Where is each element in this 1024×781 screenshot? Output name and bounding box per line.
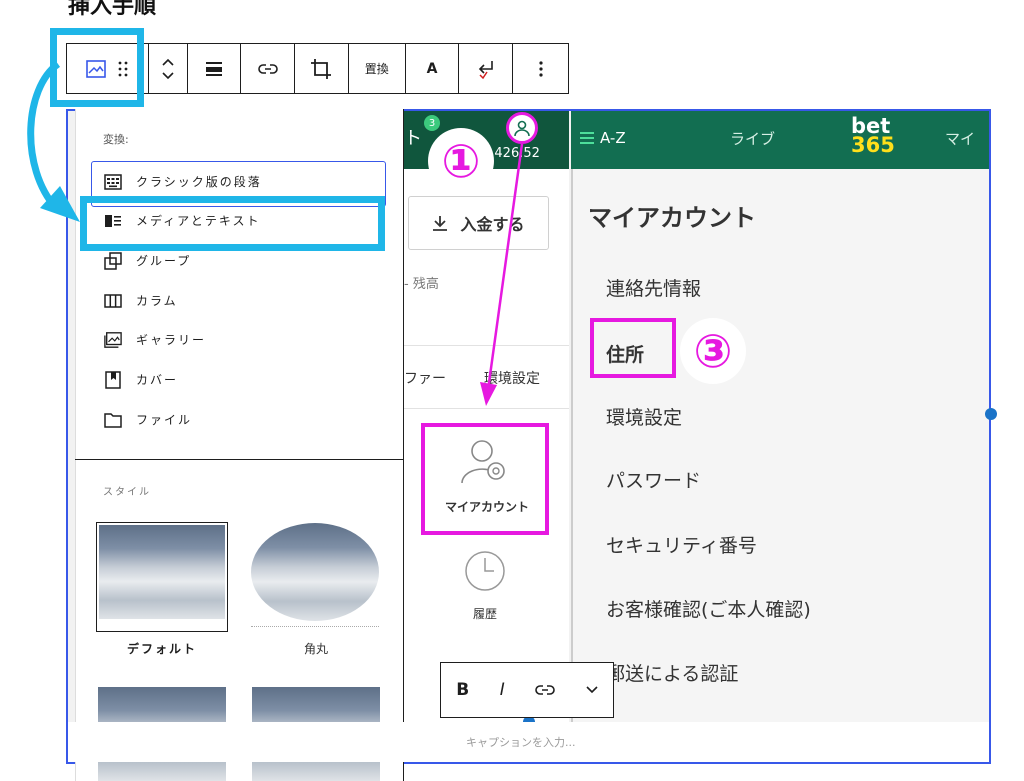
link-button[interactable] — [241, 44, 296, 93]
highlight-address — [590, 318, 676, 378]
menu-contact-info[interactable]: 連絡先情報 — [606, 274, 701, 301]
text-wrap-button[interactable] — [459, 44, 514, 93]
header-fragment: ト — [404, 128, 422, 149]
link-icon — [257, 63, 278, 74]
user-icon — [514, 120, 530, 137]
arrow-to-my-account-icon — [480, 143, 524, 406]
step3-marker: ③ — [680, 318, 746, 384]
download-icon — [433, 216, 448, 231]
transform-classic[interactable]: クラシック版の段落 — [104, 173, 262, 190]
resize-handle-right[interactable] — [985, 408, 997, 420]
style-default-preview[interactable] — [96, 522, 228, 632]
more-options-button[interactable] — [513, 44, 568, 93]
group-icon — [104, 251, 122, 270]
logo-365: 365 — [851, 133, 895, 157]
highlight-media-text — [80, 196, 385, 251]
page-title: 挿入手順 — [68, 0, 157, 19]
link-icon[interactable] — [535, 684, 556, 696]
transform-group[interactable]: グループ — [104, 251, 192, 270]
align-icon — [205, 61, 222, 76]
my-account-menu-panel — [571, 169, 989, 722]
balance-label-text: 残高 — [412, 277, 439, 292]
dropdown-divider — [75, 459, 404, 460]
columns-icon — [104, 293, 122, 308]
mountain-thumbnail — [99, 525, 225, 619]
crop-button[interactable] — [295, 44, 349, 93]
chevron-up-down-icon — [162, 58, 174, 79]
my-account-header-tab[interactable]: マイ — [945, 128, 987, 149]
more-vertical-icon — [538, 60, 543, 77]
chevron-down-icon[interactable] — [586, 686, 598, 694]
replace-button[interactable]: 置換 — [349, 44, 406, 93]
transform-group-label: グループ — [136, 254, 192, 268]
rounded-caption-line — [251, 626, 379, 628]
enter-arrow-icon — [478, 60, 493, 79]
transform-cover[interactable]: カバー — [104, 370, 179, 389]
align-button[interactable] — [188, 44, 242, 93]
history-label[interactable]: 履歴 — [434, 605, 536, 622]
menu-preferences[interactable]: 環境設定 — [606, 403, 682, 430]
italic-button[interactable]: I — [500, 680, 505, 700]
style-rounded-preview[interactable] — [251, 523, 379, 621]
history-clock-icon — [465, 551, 505, 591]
account-settings-icon — [461, 440, 505, 484]
tab-offers[interactable]: ファー — [404, 368, 446, 388]
my-account-label: マイアカウント — [444, 500, 529, 514]
hamburger-icon — [580, 132, 594, 144]
menu-postal-verification[interactable]: 郵送による認証 — [606, 659, 738, 686]
gallery-icon — [104, 331, 122, 348]
transform-columns[interactable]: カラム — [104, 292, 178, 309]
classic-icon — [104, 173, 122, 190]
styles-label: スタイル — [103, 487, 151, 498]
menu-password[interactable]: パスワード — [606, 466, 701, 493]
menu-security-number[interactable]: セキュリティ番号 — [606, 531, 757, 558]
transform-classic-label: クラシック版の段落 — [136, 175, 262, 189]
app-header-right — [571, 111, 989, 169]
bet365-logo[interactable]: bet 365 — [851, 116, 895, 157]
file-icon — [104, 412, 122, 428]
transform-cover-label: カバー — [136, 373, 179, 387]
az-menu-button[interactable]: A-Z — [580, 129, 626, 147]
move-up-down-button[interactable] — [149, 44, 188, 93]
arrow-to-media-text-icon — [27, 61, 80, 222]
crop-icon — [311, 58, 332, 79]
notification-badge: 3 — [424, 115, 440, 131]
balance-label: - 残高 — [404, 277, 439, 292]
transform-file-label: ファイル — [136, 413, 193, 427]
style-default-label: デフォルト — [127, 642, 198, 656]
transform-columns-label: カラム — [136, 294, 178, 308]
text-color-button[interactable]: A — [406, 44, 460, 93]
inline-format-toolbar: B I — [440, 662, 614, 718]
caption-input[interactable]: キャプションを入力... — [68, 722, 989, 762]
my-account-heading: マイアカウント — [588, 204, 756, 232]
transform-gallery-label: ギャラリー — [136, 333, 207, 347]
transform-file[interactable]: ファイル — [104, 411, 192, 428]
transform-gallery[interactable]: ギャラリー — [104, 331, 206, 348]
cover-icon — [105, 370, 121, 389]
transform-label: 変換: — [103, 133, 129, 146]
menu-identity-verification[interactable]: お客様確認(ご本人確認) — [606, 595, 811, 622]
style-rounded-label: 角丸 — [304, 642, 329, 656]
az-label: A-Z — [600, 129, 626, 147]
bold-button[interactable]: B — [456, 680, 469, 700]
live-tab[interactable]: ライブ — [730, 128, 775, 149]
